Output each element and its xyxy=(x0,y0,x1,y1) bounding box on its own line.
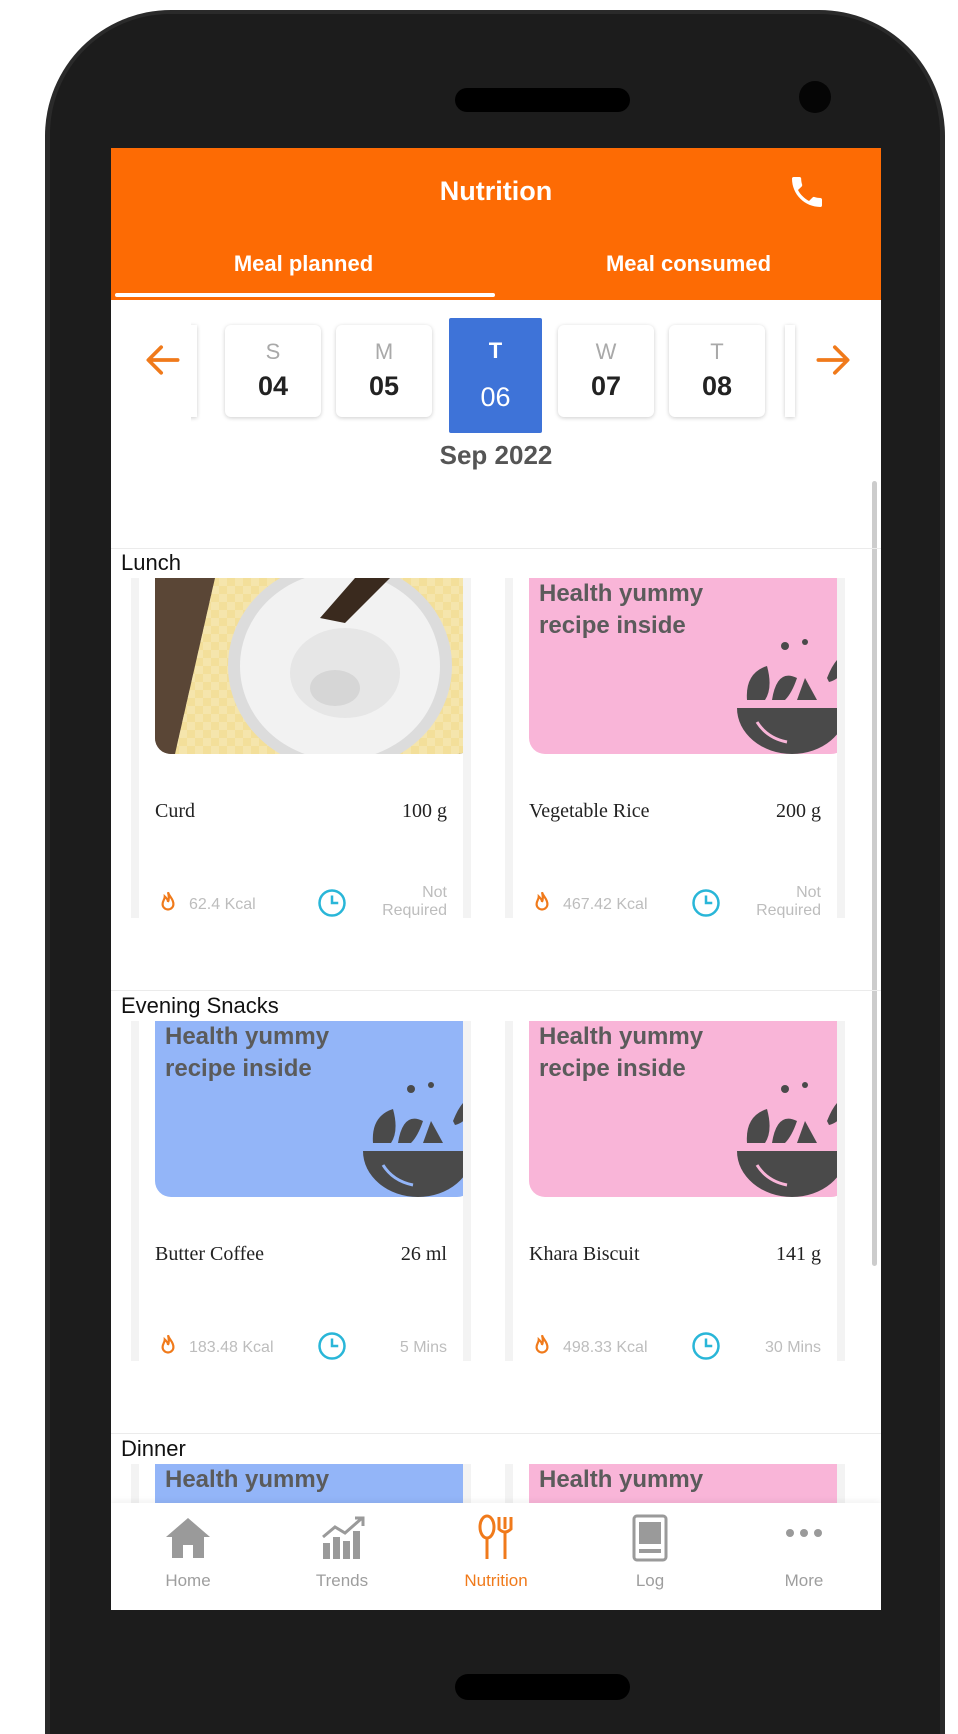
meal-quantity: 100 g xyxy=(402,800,447,822)
date-cell-selected[interactable]: T 06 xyxy=(449,318,542,433)
recipe-placeholder-image: Health yummy recipe inside xyxy=(529,1021,837,1197)
calories-value: 183.48 Kcal xyxy=(189,1339,274,1356)
salad-bowl-icon xyxy=(737,639,837,754)
placeholder-text: Health yummy recipe inside xyxy=(165,1023,330,1082)
day-number: 05 xyxy=(368,371,400,401)
nav-more[interactable]: More xyxy=(727,1503,881,1610)
day-number: 04 xyxy=(257,371,289,401)
recipe-placeholder-image: Health yummy recipe inside xyxy=(529,578,837,754)
clock-icon xyxy=(318,889,346,917)
date-cell[interactable]: W 07 xyxy=(558,325,654,417)
weekday-letter: S xyxy=(265,339,281,364)
page-title: Nutrition xyxy=(439,176,553,206)
flame-icon xyxy=(535,891,549,911)
date-strip: S 04 M 05 T 06 W 07 T 08 xyxy=(191,303,801,443)
meal-card[interactable]: Health yummy recipe inside Khara Biscuit… xyxy=(505,1021,845,1361)
meal-card[interactable]: Health yummy xyxy=(131,1464,471,1504)
meal-card[interactable]: Health yummy recipe inside Vegetable Ric… xyxy=(505,578,845,918)
meal-name: Butter Coffee xyxy=(155,1243,265,1265)
prep-time: Not Required xyxy=(756,884,821,918)
section-divider xyxy=(111,990,881,991)
app-bar: Nutrition Meal planned Meal consumed xyxy=(111,148,881,300)
weekday-letter: T xyxy=(710,339,724,364)
day-number: 06 xyxy=(480,382,511,412)
flame-icon xyxy=(161,891,175,911)
nav-label: Trends xyxy=(315,1571,369,1590)
tab-meal-consumed[interactable]: Meal consumed xyxy=(496,251,881,277)
month-label: Sep 2022 xyxy=(439,440,553,470)
meal-quantity: 141 g xyxy=(776,1243,821,1265)
recipe-placeholder-image: Health yummy xyxy=(155,1464,463,1504)
meal-image xyxy=(155,578,463,754)
more-icon xyxy=(786,1529,822,1537)
day-number: 08 xyxy=(701,371,733,401)
day-number: 07 xyxy=(590,371,622,401)
clock-icon xyxy=(692,889,720,917)
calories-value: 467.42 Kcal xyxy=(563,896,648,913)
nav-label: Log xyxy=(635,1571,665,1590)
meal-quantity: 200 g xyxy=(776,800,821,822)
recipe-placeholder-image: Health yummy recipe inside xyxy=(155,1021,463,1197)
meal-name: Khara Biscuit xyxy=(529,1243,640,1265)
clock-icon xyxy=(692,1332,720,1360)
date-cell[interactable]: M 05 xyxy=(336,325,432,417)
meal-card[interactable]: Health yummy recipe inside Butter Coffee… xyxy=(131,1021,471,1361)
weekday-letter: M xyxy=(374,339,394,364)
nav-nutrition[interactable]: Nutrition xyxy=(419,1503,573,1610)
date-cell[interactable]: T 08 xyxy=(669,325,765,417)
date-cell-partial xyxy=(785,325,795,417)
calories-value: 62.4 Kcal xyxy=(189,896,256,913)
nav-trends[interactable]: Trends xyxy=(265,1503,419,1610)
active-tab-indicator xyxy=(115,293,495,297)
front-camera xyxy=(799,81,831,113)
meal-name: Curd xyxy=(155,800,195,822)
weekday-letter: T xyxy=(488,338,503,363)
bottom-navigation: Home Trends Nutrition Log More xyxy=(111,1503,881,1610)
home-icon xyxy=(166,1518,210,1558)
prep-time: Not Required xyxy=(382,884,447,918)
nav-label: Nutrition xyxy=(464,1571,528,1590)
next-week-arrow-icon[interactable] xyxy=(811,338,855,382)
nav-log[interactable]: Log xyxy=(573,1503,727,1610)
section-title-lunch: Lunch xyxy=(121,550,181,575)
calories-value: 498.33 Kcal xyxy=(563,1339,648,1356)
section-title-evening-snacks: Evening Snacks xyxy=(121,993,279,1018)
meal-name: Vegetable Rice xyxy=(529,800,650,822)
prep-time: 30 Mins xyxy=(764,1339,821,1356)
placeholder-text: Health yummy recipe inside xyxy=(539,1023,704,1082)
nav-home[interactable]: Home xyxy=(111,1503,265,1610)
recipe-placeholder-image: Health yummy xyxy=(529,1464,837,1504)
previous-week-arrow-icon[interactable] xyxy=(141,338,185,382)
tab-meal-planned[interactable]: Meal planned xyxy=(111,251,496,277)
placeholder-text: Health yummy recipe inside xyxy=(539,580,704,639)
nav-label: More xyxy=(784,1571,824,1590)
phone-call-icon[interactable] xyxy=(787,172,827,212)
placeholder-text: Health yummy xyxy=(165,1466,330,1493)
prep-time: 5 Mins xyxy=(399,1339,447,1356)
meal-quantity: 26 ml xyxy=(400,1243,447,1265)
section-title-dinner: Dinner xyxy=(121,1436,186,1461)
flame-icon xyxy=(161,1334,175,1354)
flame-icon xyxy=(535,1334,549,1354)
trends-icon xyxy=(322,1516,365,1559)
nutrition-icon xyxy=(478,1514,513,1559)
speaker-grille xyxy=(455,88,630,112)
meal-card[interactable]: Health yummy xyxy=(505,1464,845,1504)
log-icon xyxy=(632,1514,668,1562)
weekday-letter: W xyxy=(595,339,617,364)
section-divider xyxy=(111,1433,881,1434)
salad-bowl-icon xyxy=(363,1082,463,1197)
section-divider xyxy=(111,548,881,549)
salad-bowl-icon xyxy=(737,1082,837,1197)
placeholder-text: Health yummy xyxy=(539,1466,704,1493)
clock-icon xyxy=(318,1332,346,1360)
curd-bowl-photo xyxy=(155,578,463,754)
bottom-speaker xyxy=(455,1674,630,1700)
app-screen: Nutrition Meal planned Meal consumed S 0… xyxy=(111,148,881,1610)
date-cell[interactable]: S 04 xyxy=(225,325,321,417)
scrollbar[interactable] xyxy=(872,481,877,1266)
meal-card[interactable]: Curd 100 g 62.4 Kcal Not Required xyxy=(131,578,471,918)
date-cell-partial xyxy=(191,325,197,417)
nav-label: Home xyxy=(165,1571,211,1590)
